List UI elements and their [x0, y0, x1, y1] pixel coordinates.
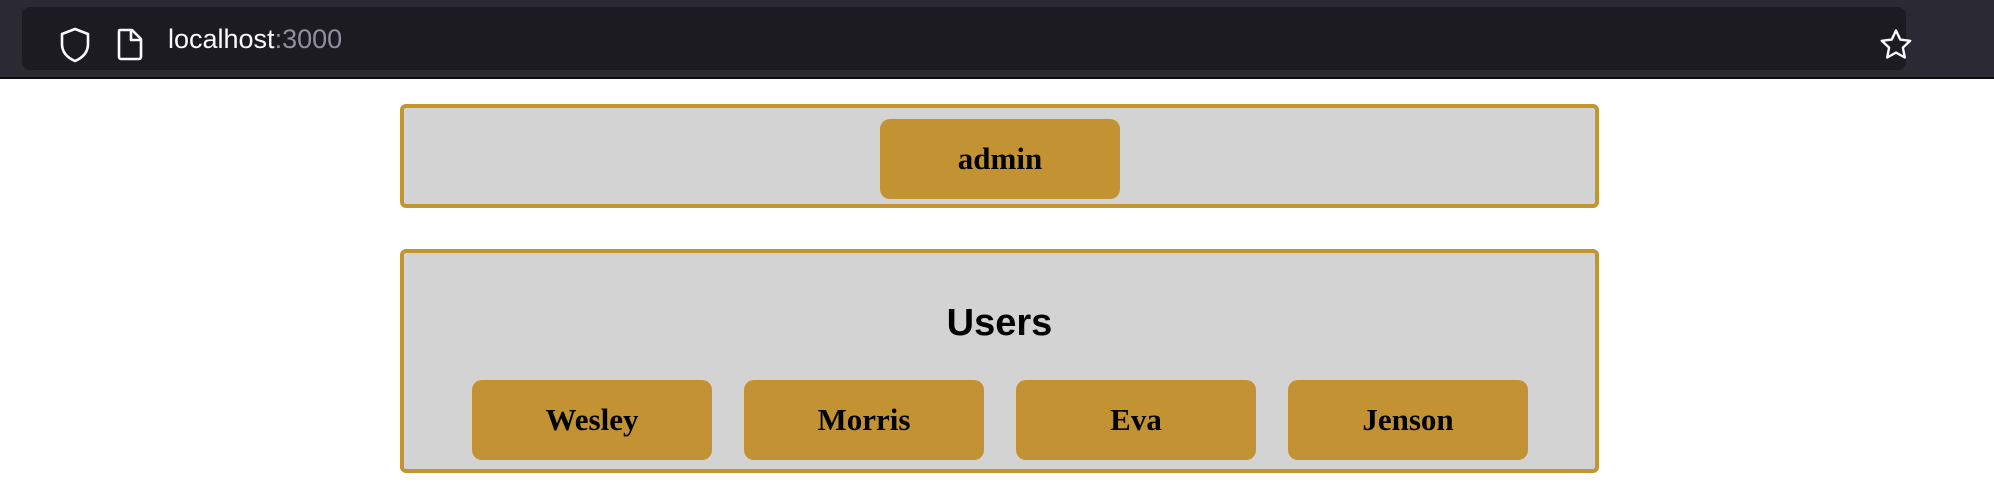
url-text[interactable]: localhost:3000 [168, 24, 342, 54]
url-host: localhost [168, 24, 275, 54]
users-panel: Users Wesley Morris Eva Jenson [400, 249, 1599, 473]
admin-button[interactable]: admin [880, 119, 1120, 199]
page-icon [117, 28, 143, 61]
url-port: :3000 [274, 24, 343, 54]
shield-icon[interactable] [59, 27, 91, 63]
user-button-eva[interactable]: Eva [1016, 380, 1256, 460]
users-title: Users [946, 302, 1053, 344]
admin-panel: admin [400, 104, 1599, 208]
url-bar[interactable]: localhost:3000 [22, 7, 1912, 70]
browser-toolbar: localhost:3000 [0, 0, 1994, 79]
user-button-jenson[interactable]: Jenson [1288, 380, 1528, 460]
user-button-morris[interactable]: Morris [744, 380, 984, 460]
user-button-wesley[interactable]: Wesley [472, 380, 712, 460]
star-icon[interactable] [1879, 28, 1913, 62]
